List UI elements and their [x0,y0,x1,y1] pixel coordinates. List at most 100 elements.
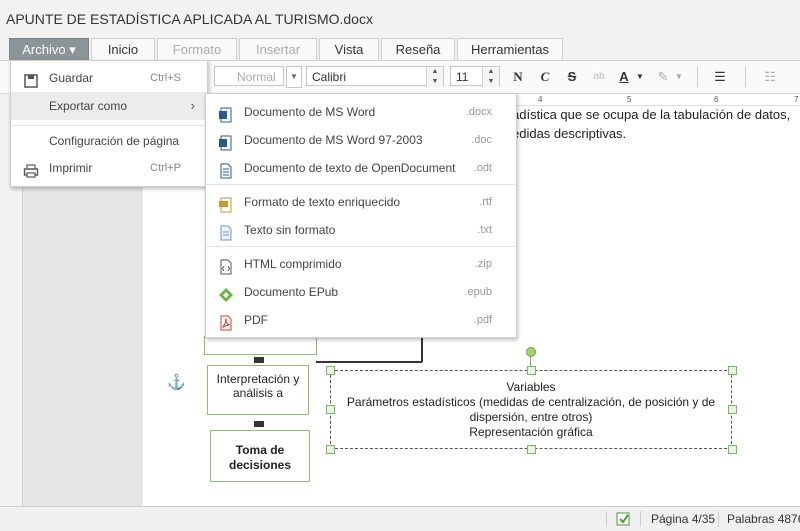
export-item-odt[interactable]: Documento de texto de OpenDocument .odt [206,154,516,182]
export-item-epub[interactable]: Documento EPub .epub [206,278,516,306]
resize-handle[interactable] [527,366,536,375]
italic-button[interactable]: C [535,67,555,87]
flow-box-top[interactable] [204,336,317,355]
bold-button[interactable]: N [508,67,528,87]
connector-line [316,361,422,363]
export-item-rtf[interactable]: Formato de texto enriquecido .rtf [206,188,516,216]
export-item-doc[interactable]: Documento de MS Word 97-2003 .doc [206,126,516,154]
menu-shortcut: Ctrl+S [150,72,181,84]
menu-item-guardar[interactable]: Guardar Ctrl+S [11,64,207,92]
variables-shape[interactable]: Variables Parámetros estadísticos (medid… [330,370,732,449]
export-label: Documento EPub [244,285,339,299]
export-item-zip[interactable]: HTML comprimido .zip [206,250,516,278]
resize-handle[interactable] [728,366,737,375]
odt-doc-icon [218,161,234,179]
pdf-icon [218,313,234,331]
export-item-pdf[interactable]: PDF .pdf [206,306,516,334]
align-icon[interactable]: ☰ [707,67,733,87]
flow-box-interpretacion[interactable]: Interpretación y análisis a [207,365,309,415]
menu-item-label: Guardar [49,71,94,85]
export-label: Documento de MS Word [244,105,376,119]
font-select[interactable]: Calibri ▲ ▼ [306,66,444,87]
rotate-handle-icon[interactable] [526,347,536,357]
toolbar-divider [697,67,698,87]
save-icon [23,71,39,88]
text-file-icon [218,223,234,241]
export-ext: .rtf [479,196,492,208]
font-spin-icon[interactable]: ▲ ▼ [426,67,443,87]
export-label: Formato de texto enriquecido [244,195,401,209]
resize-handle[interactable] [527,445,536,454]
anchor-icon: ⚓ [167,374,186,391]
resize-handle[interactable] [728,445,737,454]
size-spin-icon[interactable]: ▲ ▼ [482,67,499,87]
ruler-mark: 7 [794,95,799,104]
menu-divider [11,125,207,126]
export-ext: .odt [473,162,492,174]
export-item-txt[interactable]: Texto sin formato .txt [206,216,516,244]
tab-herramientas[interactable]: Herramientas [457,38,563,60]
export-label: HTML comprimido [244,257,342,271]
resize-handle[interactable] [326,445,335,454]
strike-button[interactable]: S [562,67,582,87]
connector-line [421,336,423,362]
menu-item-label: Exportar como [49,99,128,113]
flow-box-toma-label: Toma de decisiones [228,443,292,472]
status-divider [606,511,607,527]
menu-item-configuracion[interactable]: Configuración de página [11,127,207,155]
menu-item-exportar[interactable]: Exportar como › [11,92,207,120]
menu-divider [206,246,516,247]
tab-insertar[interactable]: Insertar [239,38,317,60]
submenu-arrow-icon: › [190,98,195,113]
font-color-dropdown-icon[interactable]: ▼ [634,67,646,87]
tab-resena[interactable]: Reseña [381,38,455,60]
font-size-input[interactable]: 11 ▲ ▼ [450,66,500,87]
epub-icon [218,285,234,302]
status-bar: Página 4/35 Palabras 4876 [0,506,800,531]
style-dropdown-icon[interactable]: ▼ [286,66,302,88]
highlight-icon[interactable]: ✎ [653,67,673,87]
tab-archivo[interactable]: Archivo ▾ [9,38,89,60]
menu-divider [206,184,516,185]
export-item-docx[interactable]: Documento de MS Word .docx [206,98,516,126]
export-ext: .pdf [473,314,492,326]
word-count: Palabras 4876 [727,512,800,526]
export-ext: .txt [477,224,492,236]
superscript-button[interactable]: ab [589,67,609,87]
export-submenu: Documento de MS Word .docx Documento de … [205,93,517,338]
printer-icon [23,161,39,178]
export-label: Texto sin formato [244,223,336,237]
flow-box-toma-decisiones[interactable]: Toma de decisiones [210,430,310,482]
list-icon[interactable]: ☷ [757,67,783,87]
page-count: Página 4/35 [651,512,716,526]
doc-line-2: edidas descriptivas. [512,126,627,141]
doc-line-1: adística que se ocupa de la tabulación d… [512,107,791,122]
ruler-mark: 6 [714,95,719,104]
ruler-mark: 5 [627,95,632,104]
resize-handle[interactable] [326,405,335,414]
style-value: Normal [237,70,276,84]
font-color-button[interactable]: A [614,67,634,87]
export-ext: .zip [474,258,492,270]
tab-formato[interactable]: Formato [157,38,237,60]
resize-handle[interactable] [326,366,335,375]
title-bar: APUNTE DE ESTADÍSTICA APLICADA AL TURISM… [0,0,800,36]
connector-knob [254,357,264,363]
export-label: Documento de MS Word 97-2003 [244,133,423,147]
status-divider [718,511,719,527]
tab-inicio[interactable]: Inicio [91,38,155,60]
highlight-dropdown-icon[interactable]: ▼ [673,67,685,87]
rtf-doc-icon [218,195,234,213]
variables-line: Parámetros estadísticos (medidas de cent… [346,395,716,409]
spellcheck-icon[interactable] [616,511,632,530]
connector-knob [254,421,264,427]
style-select[interactable]: Normal [214,66,284,86]
resize-handle[interactable] [728,405,737,414]
word-doc-icon [218,105,234,123]
export-ext: .epub [464,286,492,298]
ribbon-tabs: Archivo ▾ Inicio Formato Insertar Vista … [0,36,800,61]
tab-vista[interactable]: Vista [319,38,379,60]
font-size-value: 11 [456,70,469,84]
window-title: APUNTE DE ESTADÍSTICA APLICADA AL TURISM… [6,11,373,27]
menu-item-imprimir[interactable]: Imprimir Ctrl+P [11,154,207,182]
